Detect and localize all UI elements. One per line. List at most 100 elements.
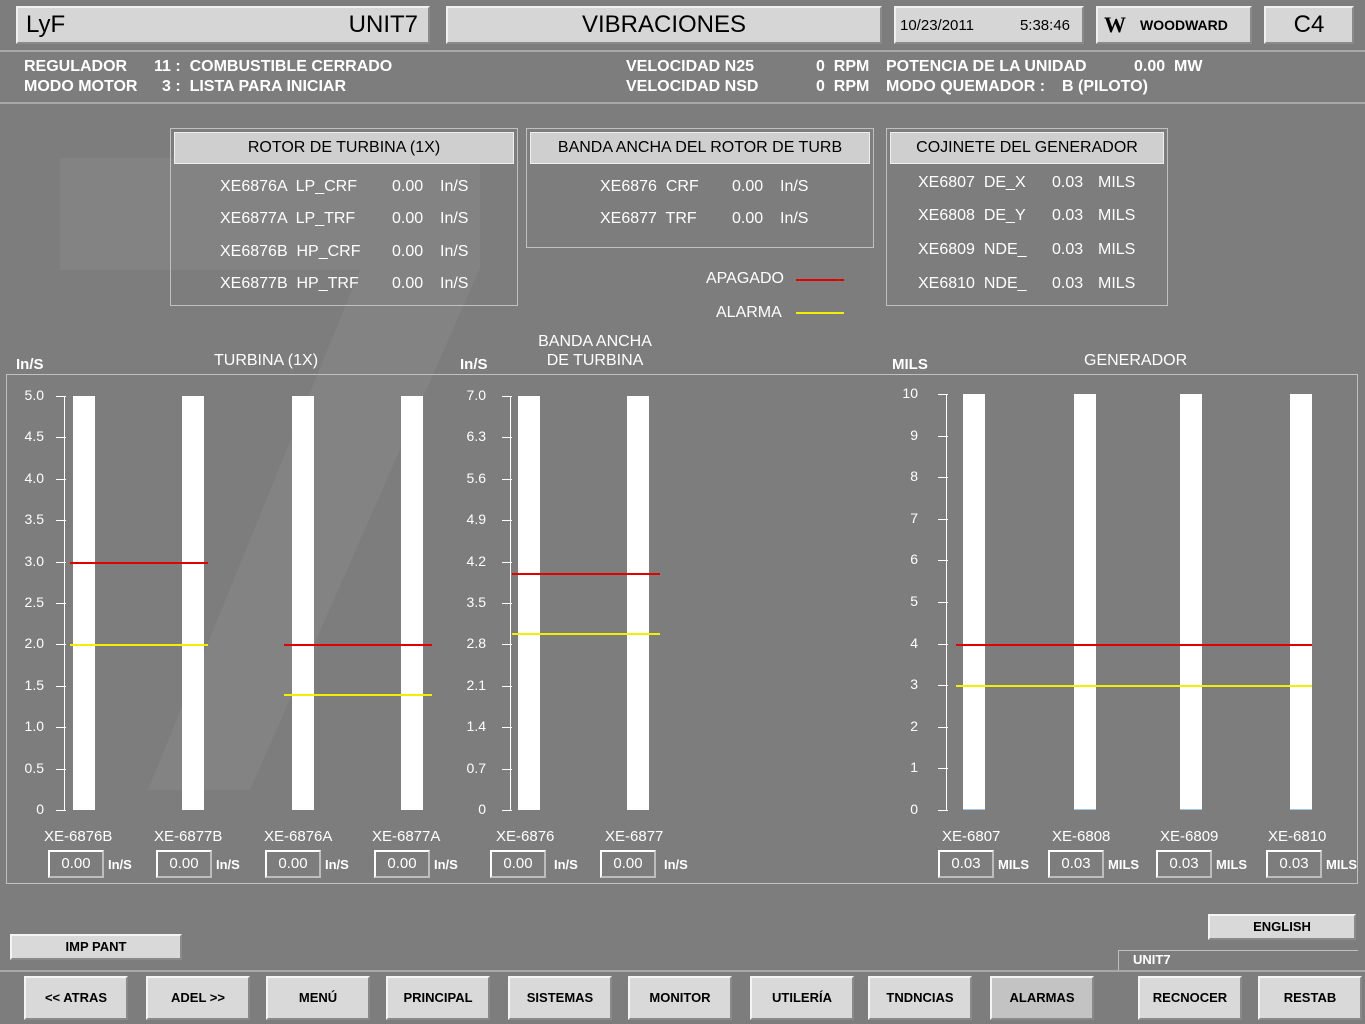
- potencia-label: POTENCIA DE LA UNIDAD: [886, 58, 1087, 75]
- banda-row-value: 0.00: [732, 210, 764, 227]
- vel-n25-value: 0 RPM: [816, 58, 870, 75]
- bar-value-box: 0.00: [48, 850, 104, 878]
- cojinete-row-value: 0.03: [1052, 275, 1084, 292]
- rotor-row-unit: In/S: [440, 178, 469, 195]
- y-axis-tick: [502, 768, 512, 770]
- date-text: 10/23/2011: [900, 16, 974, 34]
- legend-apagado-line: [796, 279, 844, 281]
- bar-track: [73, 396, 95, 810]
- y-axis-tick: [938, 726, 948, 728]
- y-tick-label: 3: [910, 676, 918, 693]
- bar-value-unit: In/S: [664, 857, 688, 872]
- y-tick-label: 1.4: [466, 718, 486, 735]
- y-axis-tick: [502, 520, 512, 522]
- bar-value-unit: MILS: [1216, 857, 1248, 872]
- y-tick-label: 0.5: [24, 759, 44, 776]
- bar-category-label: XE-6876: [496, 828, 555, 845]
- y-axis-tick: [938, 810, 948, 811]
- bar-value-unit: MILS: [1326, 857, 1358, 872]
- bar-fill: [1074, 808, 1096, 810]
- imp-pant-button[interactable]: IMP PANT: [10, 934, 182, 960]
- restab-button[interactable]: RESTAB: [1258, 976, 1362, 1020]
- principal-button[interactable]: PRINCIPAL: [386, 976, 490, 1020]
- monitor-button[interactable]: MONITOR: [628, 976, 732, 1020]
- code-box: C4: [1264, 6, 1354, 44]
- y-axis-tick: [56, 644, 66, 646]
- unit-selector-label: UNIT7: [1133, 952, 1171, 967]
- bar-value-unit: In/S: [434, 857, 458, 872]
- y-tick-label: 9: [910, 426, 918, 443]
- rotor-row-value: 0.00: [392, 178, 424, 195]
- bar-value-box: 0.00: [265, 850, 321, 878]
- y-tick-label: 0: [478, 801, 486, 817]
- header-divider: [0, 50, 1365, 52]
- alarmas-button[interactable]: ALARMAS: [990, 976, 1094, 1020]
- banda-table-title: BANDA ANCHA DEL ROTOR DE TURB: [530, 132, 870, 164]
- bar-track: [963, 394, 985, 810]
- y-axis-tick: [502, 396, 512, 397]
- legend-alarma-line: [796, 312, 844, 314]
- rotor-row-tag: XE6876B HP_CRF: [220, 243, 361, 260]
- bar-category-label: XE-6877: [605, 828, 664, 845]
- rotor-row-tag: XE6876A LP_CRF: [220, 178, 357, 195]
- bar-value-box: 0.03: [1048, 850, 1104, 878]
- regulador-value: 11 : COMBUSTIBLE CERRADO: [154, 58, 393, 75]
- y-axis-tick: [502, 727, 512, 729]
- bar-category-label: XE-6877A: [372, 828, 441, 845]
- cojinete-row-tag: XE6807 DE_X: [918, 174, 1026, 191]
- y-axis-tick: [502, 603, 512, 604]
- menu-button[interactable]: MENÚ: [266, 976, 370, 1020]
- bar-value-unit: In/S: [108, 857, 132, 872]
- alarma-limit-line: [70, 644, 208, 647]
- y-axis-tick: [56, 685, 66, 687]
- y-axis-tick: [938, 643, 948, 645]
- y-tick-label: 0: [910, 801, 918, 817]
- y-axis-tick: [938, 768, 948, 770]
- recnocer-button[interactable]: RECNOCER: [1138, 976, 1242, 1020]
- brand-name: WOODWARD: [1140, 17, 1228, 33]
- y-tick-label: 3.0: [24, 552, 44, 569]
- cojinete-row-tag: XE6810 NDE_: [918, 275, 1027, 292]
- bar-category-label: XE-6876B: [44, 828, 113, 845]
- y-tick-label: 4.5: [24, 428, 44, 445]
- alarma-limit-line: [512, 632, 660, 635]
- y-tick-label: 5.0: [24, 387, 44, 403]
- y-tick-label: 8: [910, 468, 918, 485]
- bar-track: [1290, 394, 1312, 810]
- y-axis-tick: [56, 810, 66, 811]
- chart-gen-title: GENERADOR: [1084, 352, 1188, 369]
- english-button[interactable]: ENGLISH: [1208, 914, 1356, 940]
- y-axis-tick: [502, 810, 512, 811]
- y-tick-label: 2.8: [466, 635, 486, 652]
- y-axis-tick: [938, 602, 948, 603]
- sistemas-button[interactable]: SISTEMAS: [508, 976, 612, 1020]
- y-axis-tick: [56, 478, 66, 480]
- apagado-limit-line: [956, 643, 1312, 646]
- bar-value-box: 0.03: [938, 850, 994, 878]
- utileria-button[interactable]: UTILERÍA: [750, 976, 854, 1020]
- adel-button[interactable]: ADEL >>: [146, 976, 250, 1020]
- tndncias-button[interactable]: TNDNCIAS: [868, 976, 972, 1020]
- apagado-limit-line: [512, 573, 660, 576]
- alarma-limit-line: [284, 694, 432, 697]
- y-axis-tick: [938, 560, 948, 562]
- bar-value-unit: MILS: [998, 857, 1030, 872]
- y-axis-tick: [502, 644, 512, 646]
- y-tick-label: 2.0: [24, 635, 44, 652]
- woodward-logo-icon: W: [1104, 12, 1126, 37]
- rotor-row-tag: XE6877B HP_TRF: [220, 275, 359, 292]
- vel-nsd-label: VELOCIDAD NSD: [626, 78, 759, 95]
- chart-banda-title: BANDA ANCHA DE TURBINA: [538, 333, 652, 369]
- screen-title-text: VIBRACIONES: [581, 11, 747, 38]
- banda-row-tag: XE6876 CRF: [600, 178, 699, 195]
- rotor-table-title: ROTOR DE TURBINA (1X): [174, 132, 514, 164]
- y-tick-label: 6: [910, 551, 918, 568]
- atras-button[interactable]: << ATRAS: [24, 976, 128, 1020]
- bar-track: [401, 396, 423, 810]
- y-tick-label: 6.3: [466, 428, 486, 445]
- cojinete-row-value: 0.03: [1052, 174, 1084, 191]
- y-axis-tick: [56, 561, 66, 563]
- potencia-value: 0.00 MW: [1134, 58, 1203, 75]
- bar-category-label: XE-6807: [942, 828, 1001, 845]
- y-tick-label: 7: [910, 509, 918, 526]
